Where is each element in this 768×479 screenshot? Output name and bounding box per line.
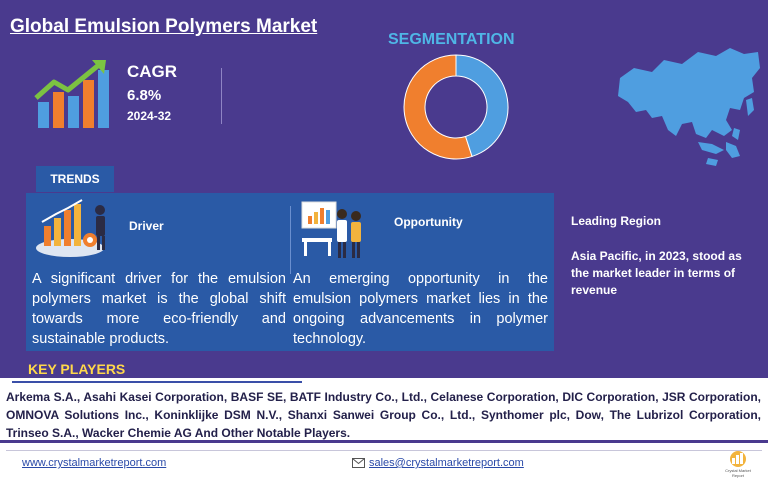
asia-map-icon [618,48,760,166]
segmentation-donut-chart [403,54,509,160]
page-title: Global Emulsion Polymers Market [10,16,318,37]
tab-trends: TRENDS [36,166,114,192]
segmentation-title: SEGMENTATION [388,31,515,48]
opportunity-text: An emerging opportunity in the emulsion … [293,271,548,347]
website-link[interactable]: www.crystalmarketreport.com [22,457,166,469]
cagr-divider [221,68,222,124]
cagr-label: CAGR [127,62,178,81]
driver-title: Driver [129,219,164,233]
leading-region-text: Asia Pacific, in 2023, stood as the mark… [571,249,742,297]
logo-text: Crystal Market Report [725,468,751,478]
company-logo-icon [730,451,746,467]
opportunity-title: Opportunity [394,215,463,229]
email-link[interactable]: sales@crystalmarketreport.com [369,457,524,469]
cagr-period: 2024-32 [127,109,172,123]
growth-chart-icon [34,60,109,128]
key-players-underline [12,381,302,383]
leading-region-label: Leading Region [571,214,661,228]
trends-divider [290,206,291,274]
driver-illustration-icon [36,199,105,257]
cagr-value: 6.8% [127,87,162,104]
infographic-page: Global Emulsion Polymers Market CAGR 6.8… [0,0,768,479]
footer-divider [6,450,762,451]
driver-text: A significant driver for the emulsion po… [32,271,286,347]
email-icon [352,458,365,468]
opportunity-illustration-icon [301,201,361,258]
key-players-text: Arkema S.A., Asahi Kasei Corporation, BA… [6,390,761,440]
key-players-title: KEY PLAYERS [28,361,126,377]
